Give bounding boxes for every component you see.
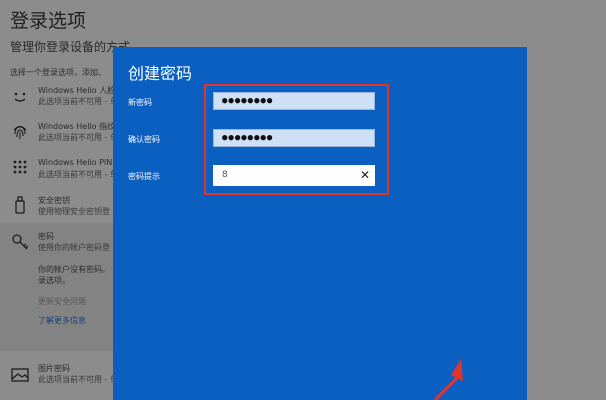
option-title: 图片密码 xyxy=(38,364,70,373)
picture-icon xyxy=(10,365,30,385)
update-security-questions-link: 更新安全问题 xyxy=(38,297,86,306)
create-password-dialog: 创建密码 新密码 ●●●●●●●● 确认密码 ●●●●●●●● 密码提示 8 ✕ xyxy=(113,47,527,400)
option-title: Windows Hello PIN xyxy=(38,158,113,167)
highlight-arrow xyxy=(433,359,463,400)
page-hint: 选择一个登录选项，添加、 xyxy=(10,68,106,77)
option-title: 安全密钥 xyxy=(38,196,70,205)
page-title: 登录选项 xyxy=(10,10,87,32)
pin-keypad-icon xyxy=(10,158,30,178)
no-password-text: 你的帐户没有密码。 xyxy=(38,265,110,274)
option-desc: 此选项当前不可用 - 单 xyxy=(38,375,118,384)
option-desc: 此选项当前不可用 - 单 xyxy=(38,97,118,106)
key-icon xyxy=(10,232,30,252)
option-title: 密码 xyxy=(38,232,54,241)
option-title: Windows Hello 人脸 xyxy=(38,86,116,95)
face-icon xyxy=(10,87,30,107)
learn-more-link[interactable]: 了解更多信息 xyxy=(38,315,86,326)
option-title: Windows Hello 指纹 xyxy=(38,122,116,131)
no-password-text-2: 录选项。 xyxy=(38,276,70,285)
option-password-expanded[interactable]: 密码 使用你的帐户密码登 你的帐户没有密码。 录选项。 更新安全问题 了解更多信… xyxy=(0,223,116,351)
fingerprint-icon xyxy=(10,122,30,142)
option-desc: 此选项当前不可用 - 单 xyxy=(38,170,118,179)
option-desc: 使用你的帐户密码登 xyxy=(38,243,110,252)
security-key-icon xyxy=(10,195,30,215)
option-desc: 此选项当前不可用 - 单 xyxy=(38,133,118,142)
page-subtitle: 管理你登录设备的方式 xyxy=(10,40,131,54)
option-desc: 使用物理安全密钥登 xyxy=(38,207,110,216)
